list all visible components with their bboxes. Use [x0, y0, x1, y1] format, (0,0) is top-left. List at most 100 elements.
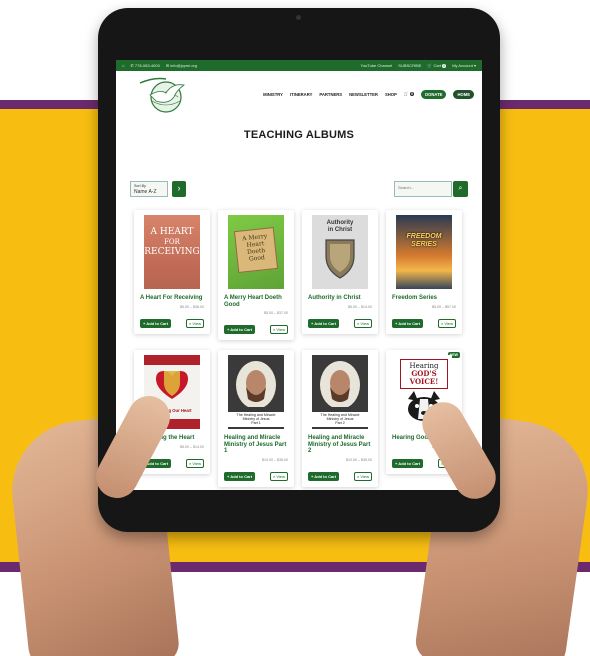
product-name[interactable]: Healing and Miracle Ministry of Jesus Pa… — [224, 435, 288, 455]
email-link[interactable]: ✉ info@jcpmi.org — [166, 63, 197, 68]
product-price: $5.00 – $38.00 — [180, 304, 204, 309]
youtube-link[interactable]: YouTube Channel — [361, 63, 393, 68]
product-name[interactable]: Healing and Miracle Ministry of Jesus Pa… — [308, 435, 372, 455]
cover-title-line: in Christ — [327, 227, 353, 233]
scroll-icon: A Merry Heart Doeth Good — [233, 227, 279, 273]
shop-controls: Sort By Name A-Z › Search... ⌕ — [130, 181, 468, 197]
account-label: My Account — [452, 63, 473, 68]
view-label: View — [444, 320, 453, 326]
product-card[interactable]: A Merry Heart Doeth Good A Merry Heart D… — [218, 210, 294, 341]
nav-shop[interactable]: SHOP — [385, 92, 397, 97]
add-to-cart-button[interactable]: + Add to Cart — [308, 471, 340, 481]
view-label: View — [192, 320, 201, 326]
view-label: View — [276, 473, 285, 479]
site-header: MINISTRY ITINERARY PARTNERS NEWSLETTER S… — [116, 71, 482, 117]
jesus-portrait-image — [228, 355, 284, 409]
add-to-cart-button[interactable]: + Add to Cart — [224, 471, 256, 481]
nav-newsletter[interactable]: NEWSLETTER — [349, 92, 378, 97]
cover-title-line: FOR — [164, 238, 180, 246]
nav-cart-button[interactable]: 🛒 0 — [404, 91, 415, 97]
site-logo[interactable] — [136, 75, 194, 115]
cover-title-line: Authority — [326, 220, 354, 226]
view-button[interactable]: ⌕ View — [438, 318, 456, 328]
product-actions: + Add to Cart ⌕ View — [308, 318, 372, 328]
phone-link[interactable]: ✆ 778-063-4000 — [130, 63, 159, 68]
product-cover-image[interactable]: The Healing and Miracle Ministry of Jesu… — [312, 355, 368, 429]
home-button[interactable]: HOME — [453, 89, 474, 99]
search-button[interactable]: ⌕ — [453, 181, 468, 197]
product-card[interactable]: The Healing and Miracle Ministry of Jesu… — [302, 350, 378, 487]
cover-title-line: RECEIVING — [144, 247, 200, 257]
cover-title-line: SERIES — [411, 241, 437, 248]
search-input[interactable]: Search... — [394, 181, 452, 197]
nav-itinerary[interactable]: ITINERARY — [290, 92, 312, 97]
cover-title-line: Part 1 — [251, 421, 261, 426]
cover-title-line: Part 2 — [335, 421, 345, 426]
product-actions: + Add to Cart ⌕ View — [224, 325, 288, 335]
view-button[interactable]: ⌕ View — [186, 318, 204, 328]
product-price: $5.00 – $14.00 — [348, 304, 372, 309]
utility-bar: ⌂ ✆ 778-063-4000 ✉ info@jcpmi.org YouTub… — [116, 60, 482, 71]
view-label: View — [360, 473, 369, 479]
sort-label: Sort By — [134, 184, 146, 188]
product-card[interactable]: Authority in Christ Authority in Christ … — [302, 210, 378, 334]
cover-title-line: FREEDOM — [406, 233, 442, 240]
product-cover-image[interactable]: FREEDOM SERIES — [396, 215, 452, 289]
shield-icon — [325, 239, 355, 279]
cover-title-line: A HEART — [150, 227, 194, 237]
view-label: View — [276, 327, 285, 333]
product-name[interactable]: Freedom Series — [392, 295, 456, 302]
product-name[interactable]: Authority in Christ — [308, 295, 372, 302]
main-nav: MINISTRY ITINERARY PARTNERS NEWSLETTER S… — [263, 89, 474, 99]
jesus-portrait-image — [312, 355, 368, 409]
nav-partners[interactable]: PARTNERS — [319, 92, 342, 97]
nav-cart-count: 0 — [410, 92, 415, 96]
product-card[interactable]: FREEDOM SERIES Freedom Series $5.00 – $5… — [386, 210, 462, 334]
product-name[interactable]: A Heart For Receiving — [140, 295, 204, 302]
add-to-cart-button[interactable]: + Add to Cart — [392, 458, 424, 468]
home-icon[interactable]: ⌂ — [122, 63, 124, 68]
cover-title-line: The Healing and Miracle Ministry of Jesu… — [320, 413, 360, 422]
product-actions: + Add to Cart ⌕ View — [140, 318, 204, 328]
product-name[interactable]: A Merry Heart Doeth Good — [224, 295, 288, 308]
product-actions: + Add to Cart ⌕ View — [224, 471, 288, 481]
nav-ministry[interactable]: MINISTRY — [263, 92, 283, 97]
donate-button[interactable]: DONATE — [421, 89, 447, 99]
cart-label: Cart — [433, 63, 442, 68]
product-cover-image[interactable]: The Healing and Miracle Ministry of Jesu… — [228, 355, 284, 429]
product-card[interactable]: The Healing and Miracle Ministry of Jesu… — [218, 350, 294, 487]
camera-icon — [296, 15, 301, 20]
page-title: TEACHING ALBUMS — [243, 129, 355, 141]
product-actions: + Add to Cart ⌕ View — [392, 318, 456, 328]
view-button[interactable]: ⌕ View — [270, 325, 288, 335]
email-address: info@jcpmi.org — [170, 63, 198, 68]
add-to-cart-button[interactable]: + Add to Cart — [224, 325, 256, 335]
add-to-cart-button[interactable]: + Add to Cart — [140, 318, 172, 328]
sort-value: Name A-Z — [134, 189, 157, 195]
subscribe-link[interactable]: SUBSCRIBE — [398, 63, 421, 68]
add-to-cart-button[interactable]: + Add to Cart — [392, 318, 424, 328]
cover-title-line: VOICE! — [409, 377, 439, 386]
product-cover-image[interactable]: A HEART FOR RECEIVING — [144, 215, 200, 289]
view-button[interactable]: ⌕ View — [186, 458, 204, 468]
view-label: View — [360, 320, 369, 326]
product-actions: + Add to Cart ⌕ View — [308, 471, 372, 481]
sort-select[interactable]: Sort By Name A-Z — [130, 181, 168, 197]
product-cover-image[interactable]: A Merry Heart Doeth Good — [228, 215, 284, 289]
sort-apply-button[interactable]: › — [172, 181, 186, 197]
search-icon: ⌕ — [458, 185, 463, 192]
product-cover-image[interactable]: Authority in Christ — [312, 215, 368, 289]
product-card[interactable]: A HEART FOR RECEIVING A Heart For Receiv… — [134, 210, 210, 334]
logo-dove-globe-icon — [139, 77, 185, 113]
my-account-menu[interactable]: My Account ▾ — [452, 63, 476, 68]
phone-number: 778-063-4000 — [134, 63, 160, 68]
product-price: $5.00 – $37.00 — [264, 311, 288, 316]
product-price: $10.00 – $35.00 — [346, 457, 372, 462]
add-to-cart-button[interactable]: + Add to Cart — [308, 318, 340, 328]
view-button[interactable]: ⌕ View — [354, 471, 372, 481]
view-button[interactable]: ⌕ View — [270, 471, 288, 481]
topbar-cart[interactable]: 🛒 Cart 0 — [427, 63, 447, 68]
product-price: $10.00 – $35.00 — [262, 457, 288, 462]
view-button[interactable]: ⌕ View — [354, 318, 372, 328]
cart-count-badge: 0 — [442, 64, 447, 68]
